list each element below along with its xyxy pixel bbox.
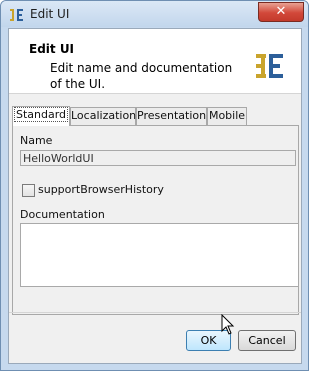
header-description: Edit name and documentation of the UI. — [50, 61, 233, 91]
app-logo-icon — [256, 54, 283, 78]
title-bar[interactable]: Edit UI ✕ — [1, 1, 308, 27]
cancel-button[interactable]: Cancel — [238, 330, 296, 351]
edit-ui-dialog: Edit UI ✕ Edit UI Edit name and document… — [0, 0, 309, 371]
support-browser-history-checkbox[interactable] — [22, 184, 35, 197]
name-field[interactable]: HelloWorldUI — [20, 150, 296, 166]
dialog-header: Edit UI Edit name and documentation of t… — [9, 29, 301, 94]
header-title: Edit UI — [29, 42, 75, 56]
dialog-body: Edit UI Edit name and documentation of t… — [8, 28, 302, 364]
documentation-label: Documentation — [20, 208, 105, 221]
tab-label: Mobile — [208, 109, 246, 122]
app-icon — [10, 9, 23, 21]
close-icon: ✕ — [275, 4, 287, 19]
footer-divider — [9, 312, 301, 313]
tab-presentation[interactable]: Presentation — [136, 107, 207, 125]
tab-mobile[interactable]: Mobile — [207, 107, 247, 125]
tab-standard[interactable]: Standard — [12, 106, 70, 126]
tab-localization[interactable]: Localization — [70, 107, 136, 125]
mouse-pointer-icon — [221, 314, 235, 335]
tab-label: Presentation — [137, 109, 207, 122]
name-label: Name — [20, 134, 53, 147]
window-title: Edit UI — [30, 7, 70, 21]
standard-tab-panel: Name HelloWorldUI supportBrowserHistory … — [12, 125, 299, 315]
tab-label: Standard — [13, 107, 69, 122]
support-browser-history-label[interactable]: supportBrowserHistory — [38, 183, 164, 196]
tab-label: Localization — [71, 109, 137, 122]
close-button[interactable]: ✕ — [258, 2, 304, 22]
documentation-textarea[interactable] — [20, 223, 299, 287]
